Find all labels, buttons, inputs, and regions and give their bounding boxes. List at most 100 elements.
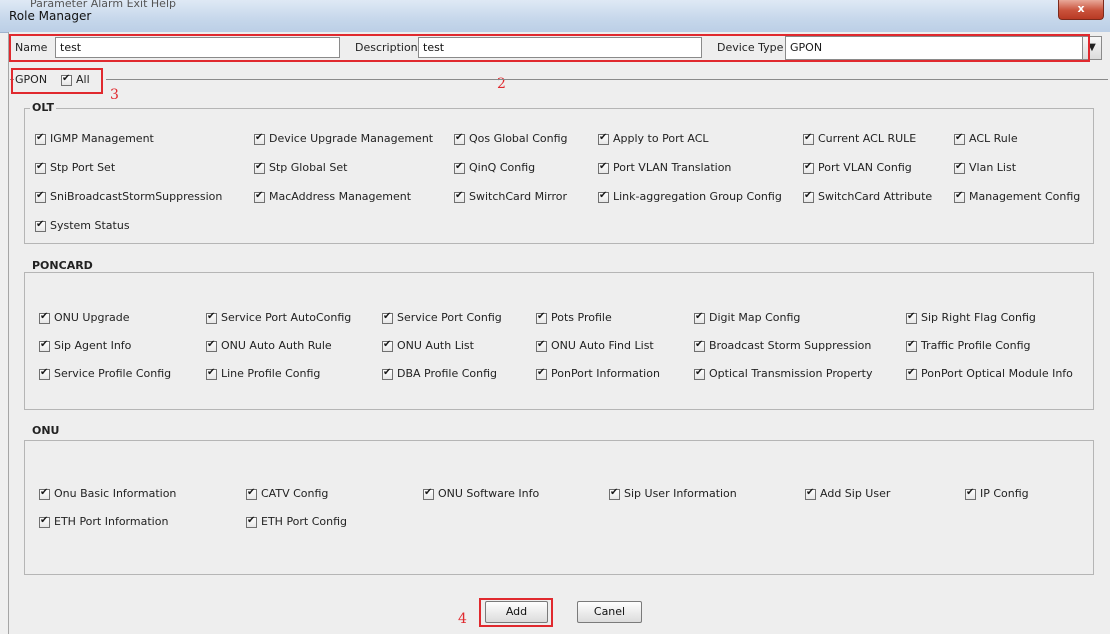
olt-checkbox-item[interactable]: QinQ Config <box>454 161 535 174</box>
olt-checkbox-item[interactable]: Device Upgrade Management <box>254 132 433 145</box>
onu-checkbox-label: ONU Software Info <box>438 487 540 500</box>
olt-checkbox-label: SwitchCard Mirror <box>469 190 568 203</box>
olt-checkbox-item[interactable]: Port VLAN Translation <box>598 161 731 174</box>
poncard-checkbox-item[interactable]: Pots Profile <box>536 311 612 324</box>
poncard-checkbox-item[interactable]: Sip Agent Info <box>39 339 131 352</box>
onu-checkbox-item[interactable]: ETH Port Information <box>39 515 168 528</box>
checkbox-checked-icon[interactable] <box>206 367 217 380</box>
checkbox-checked-icon[interactable] <box>246 487 257 500</box>
checkbox-checked-icon[interactable] <box>965 487 976 500</box>
olt-checkbox-item[interactable]: MacAddress Management <box>254 190 411 203</box>
checkbox-checked-icon[interactable] <box>536 339 547 352</box>
olt-checkbox-item[interactable]: Apply to Port ACL <box>598 132 709 145</box>
checkbox-checked-icon[interactable] <box>803 190 814 203</box>
checkbox-checked-icon[interactable] <box>803 132 814 145</box>
olt-checkbox-item[interactable]: ACL Rule <box>954 132 1018 145</box>
olt-checkbox-item[interactable]: IGMP Management <box>35 132 154 145</box>
olt-checkbox-item[interactable]: Link-aggregation Group Config <box>598 190 782 203</box>
checkbox-checked-icon[interactable] <box>906 367 917 380</box>
checkbox-checked-icon[interactable] <box>254 190 265 203</box>
onu-checkbox-item[interactable]: ONU Software Info <box>423 487 539 500</box>
poncard-checkbox-label: Traffic Profile Config <box>921 339 1031 352</box>
onu-checkbox-item[interactable]: Sip User Information <box>609 487 737 500</box>
poncard-checkbox-item[interactable]: ONU Upgrade <box>39 311 129 324</box>
olt-checkbox-item[interactable]: Stp Port Set <box>35 161 115 174</box>
checkbox-checked-icon[interactable] <box>423 487 434 500</box>
checkbox-checked-icon[interactable] <box>382 339 393 352</box>
poncard-checkbox-item[interactable]: ONU Auth List <box>382 339 474 352</box>
checkbox-checked-icon[interactable] <box>39 515 50 528</box>
olt-checkbox-label: Vlan List <box>969 161 1017 174</box>
poncard-checkbox-item[interactable]: ONU Auto Find List <box>536 339 654 352</box>
checkbox-checked-icon[interactable] <box>206 311 217 324</box>
checkbox-checked-icon[interactable] <box>598 161 609 174</box>
poncard-checkbox-item[interactable]: ONU Auto Auth Rule <box>206 339 332 352</box>
checkbox-checked-icon[interactable] <box>598 132 609 145</box>
olt-checkbox-label: QinQ Config <box>469 161 536 174</box>
checkbox-checked-icon[interactable] <box>35 219 46 232</box>
onu-checkbox-item[interactable]: CATV Config <box>246 487 328 500</box>
checkbox-checked-icon[interactable] <box>609 487 620 500</box>
poncard-checkbox-item[interactable]: Digit Map Config <box>694 311 800 324</box>
checkbox-checked-icon[interactable] <box>254 132 265 145</box>
checkbox-checked-icon[interactable] <box>39 311 50 324</box>
checkbox-checked-icon[interactable] <box>39 487 50 500</box>
onu-checkbox-item[interactable]: Onu Basic Information <box>39 487 176 500</box>
onu-checkbox-item[interactable]: IP Config <box>965 487 1029 500</box>
checkbox-checked-icon[interactable] <box>35 190 46 203</box>
checkbox-checked-icon[interactable] <box>694 367 705 380</box>
olt-checkbox-item[interactable]: Current ACL RULE <box>803 132 916 145</box>
close-button[interactable]: x <box>1058 0 1104 20</box>
checkbox-checked-icon[interactable] <box>805 487 816 500</box>
checkbox-checked-icon[interactable] <box>35 132 46 145</box>
checkbox-checked-icon[interactable] <box>246 515 257 528</box>
poncard-checkbox-item[interactable]: Optical Transmission Property <box>694 367 872 380</box>
checkbox-checked-icon[interactable] <box>382 311 393 324</box>
checkbox-checked-icon[interactable] <box>454 161 465 174</box>
checkbox-checked-icon[interactable] <box>254 161 265 174</box>
poncard-checkbox-item[interactable]: PonPort Optical Module Info <box>906 367 1073 380</box>
poncard-checkbox-label: ONU Auth List <box>397 339 474 352</box>
checkbox-checked-icon[interactable] <box>954 161 965 174</box>
checkbox-checked-icon[interactable] <box>906 311 917 324</box>
checkbox-checked-icon[interactable] <box>536 367 547 380</box>
checkbox-checked-icon[interactable] <box>454 132 465 145</box>
poncard-checkbox-item[interactable]: Broadcast Storm Suppression <box>694 339 871 352</box>
checkbox-checked-icon[interactable] <box>954 190 965 203</box>
poncard-checkbox-item[interactable]: DBA Profile Config <box>382 367 497 380</box>
poncard-checkbox-item[interactable]: Traffic Profile Config <box>906 339 1031 352</box>
checkbox-checked-icon[interactable] <box>35 161 46 174</box>
checkbox-checked-icon[interactable] <box>536 311 547 324</box>
poncard-checkbox-item[interactable]: Sip Right Flag Config <box>906 311 1036 324</box>
checkbox-checked-icon[interactable] <box>803 161 814 174</box>
poncard-checkbox-item[interactable]: PonPort Information <box>536 367 660 380</box>
onu-checkbox-label: Onu Basic Information <box>54 487 177 500</box>
onu-checkbox-item[interactable]: Add Sip User <box>805 487 890 500</box>
checkbox-checked-icon[interactable] <box>598 190 609 203</box>
poncard-checkbox-item[interactable]: Line Profile Config <box>206 367 320 380</box>
olt-checkbox-item[interactable]: Port VLAN Config <box>803 161 912 174</box>
olt-checkbox-item[interactable]: SniBroadcastStormSuppression <box>35 190 222 203</box>
checkbox-checked-icon[interactable] <box>906 339 917 352</box>
checkbox-checked-icon[interactable] <box>39 339 50 352</box>
checkbox-checked-icon[interactable] <box>39 367 50 380</box>
checkbox-checked-icon[interactable] <box>694 311 705 324</box>
olt-checkbox-item[interactable]: Qos Global Config <box>454 132 568 145</box>
olt-checkbox-item[interactable]: Stp Global Set <box>254 161 347 174</box>
cancel-button[interactable]: Canel <box>577 601 642 623</box>
onu-checkbox-item[interactable]: ETH Port Config <box>246 515 347 528</box>
checkbox-checked-icon[interactable] <box>954 132 965 145</box>
poncard-checkbox-item[interactable]: Service Profile Config <box>39 367 171 380</box>
olt-checkbox-item[interactable]: Vlan List <box>954 161 1016 174</box>
checkbox-checked-icon[interactable] <box>382 367 393 380</box>
checkbox-checked-icon[interactable] <box>694 339 705 352</box>
poncard-checkbox-item[interactable]: Service Port Config <box>382 311 502 324</box>
checkbox-checked-icon[interactable] <box>206 339 217 352</box>
olt-checkbox-label: Stp Port Set <box>50 161 116 174</box>
olt-checkbox-item[interactable]: SwitchCard Attribute <box>803 190 932 203</box>
olt-checkbox-item[interactable]: Management Config <box>954 190 1080 203</box>
checkbox-checked-icon[interactable] <box>454 190 465 203</box>
olt-checkbox-item[interactable]: System Status <box>35 219 130 232</box>
olt-checkbox-item[interactable]: SwitchCard Mirror <box>454 190 567 203</box>
poncard-checkbox-item[interactable]: Service Port AutoConfig <box>206 311 351 324</box>
